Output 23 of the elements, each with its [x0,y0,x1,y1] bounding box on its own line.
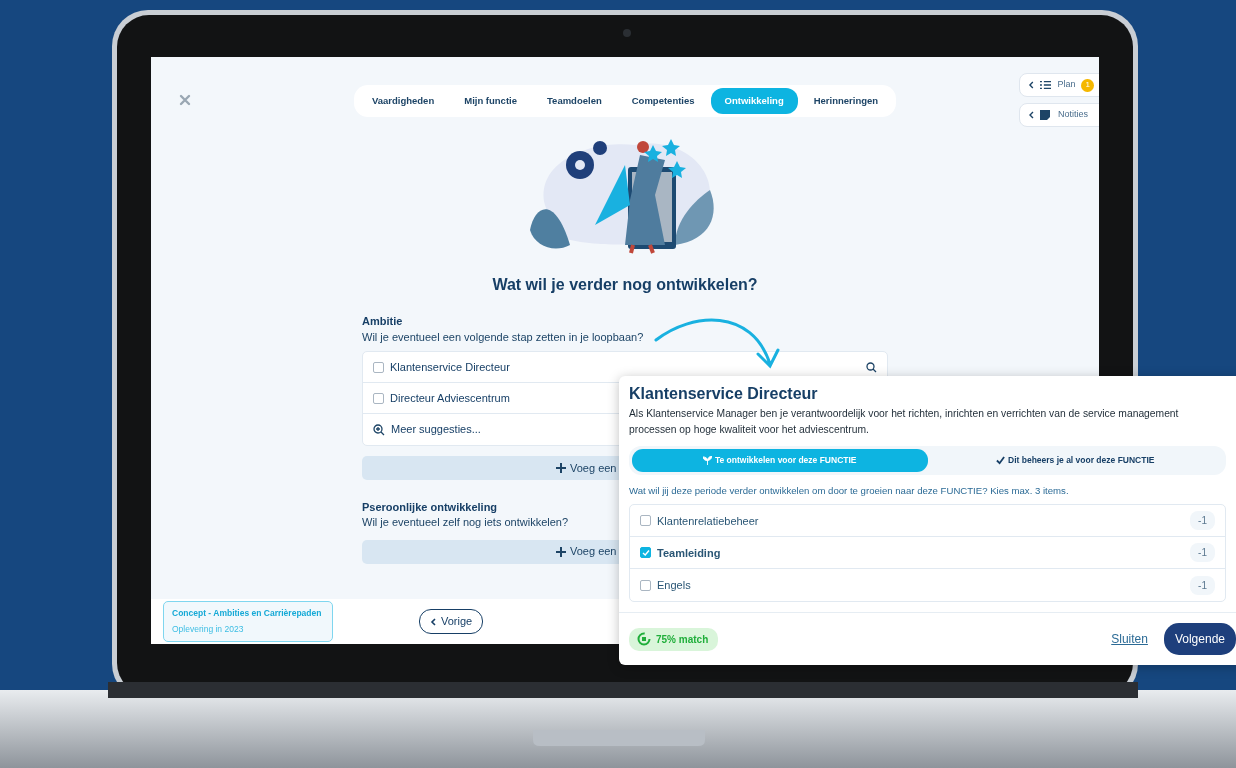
count-badge: -1 [1190,576,1215,595]
option-label: Klantenservice Directeur [390,359,510,375]
concept-title: Concept - Ambities en Carrièrepaden [172,607,323,620]
concept-subtitle: Oplevering in 2023 [172,623,245,636]
section-title: Ambitie [362,314,403,329]
popup-title: Klantenservice Directeur [629,384,819,404]
section-title: Pseroonlijke ontwikkeling [362,500,498,515]
match-badge: 75% match [629,628,719,651]
item-label: Engels [657,578,691,594]
item-label: Klantenrelatiebeheer [657,513,759,529]
count-badge: 1 [1081,78,1094,92]
suggestions-label: Meer suggesties... [391,422,481,438]
page-heading: Wat wil je verder nog ontwikkelen? [491,275,759,295]
side-button-label: Notities [1058,108,1088,122]
popup-description: Als Klantenservice Manager ben je verantwoordelijk voor het richten, inrichten en verrichten van de service management processen op hoge kwaliteit voor het adviescentrum. [629,407,1180,438]
section-subtitle: Wil je eventueel zelf nog iets ontwikkelen? [362,515,569,530]
side-button-label: Plan [1057,78,1076,92]
popup-question: Wat wil jij deze periode verder ontwikkelen om door te groeien naar deze FUNCTIE? Kies max. 3 items. [629,484,1070,499]
count-badge: -1 [1190,543,1215,563]
count-badge: -1 [1190,511,1215,531]
item-label: Teamleiding [657,545,721,561]
section-subtitle: Wil je eventueel een volgende stap zetten in je loopbaan? [362,329,644,345]
option-label: Directeur Adviescentrum [390,390,510,406]
